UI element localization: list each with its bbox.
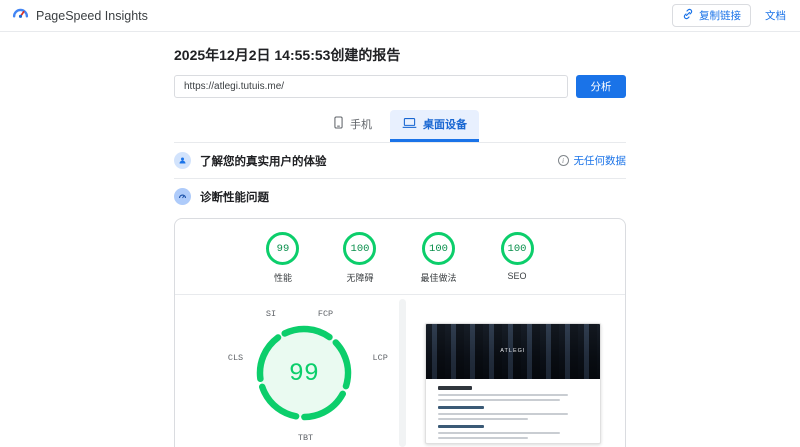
- metric-si-label: SI: [265, 309, 277, 319]
- diagnose-icon: [174, 188, 191, 205]
- field-data-title: 了解您的真实用户的体验: [200, 155, 327, 168]
- thumbnail-text-line: [437, 413, 568, 415]
- category-scores: 99 性能 100 无障碍 100 最佳做法 100 SEO: [175, 219, 625, 294]
- pagespeed-logo-icon: [12, 5, 29, 27]
- score-performance[interactable]: 99 性能: [266, 232, 300, 284]
- laptop-icon: [402, 117, 417, 132]
- info-icon: i: [557, 155, 569, 166]
- tab-desktop-label: 桌面设备: [423, 119, 467, 131]
- score-ring: 100: [421, 232, 455, 265]
- no-data-link[interactable]: 无任何数据: [574, 153, 627, 168]
- score-ring: 100: [500, 232, 534, 265]
- field-data-section-header[interactable]: 了解您的真实用户的体验 i 无任何数据: [174, 143, 626, 178]
- metric-lcp-label: LCP: [372, 353, 388, 363]
- score-best-practices[interactable]: 100 最佳做法: [420, 232, 457, 284]
- thumbnail-text-line: [437, 399, 560, 401]
- thumbnail-text-line: [437, 432, 560, 434]
- tab-desktop[interactable]: 桌面设备: [390, 110, 479, 142]
- thumbnail-text-line: [437, 394, 568, 396]
- score-seo[interactable]: 100 SEO: [500, 232, 534, 284]
- device-tabs: 手机 桌面设备: [174, 110, 626, 142]
- page-screenshot-thumbnail[interactable]: ATLEGI: [424, 323, 601, 444]
- docs-link[interactable]: 文档: [765, 8, 786, 23]
- url-input[interactable]: [174, 75, 568, 98]
- copy-link-label: 复制链接: [699, 10, 741, 22]
- diagnose-title: 诊断性能问题: [200, 191, 269, 204]
- thumbnail-text-line: [437, 386, 472, 390]
- score-accessibility[interactable]: 100 无障碍: [343, 232, 377, 284]
- phone-icon: [333, 116, 344, 132]
- score-ring: 99: [266, 232, 300, 265]
- thumbnail-hero-image: ATLEGI: [425, 324, 600, 379]
- thumbnail-text-line: [437, 406, 484, 409]
- scrollbar-thumb[interactable]: [399, 299, 406, 447]
- report-title: 2025年12月2日 14:55:53创建的报告: [174, 47, 401, 63]
- metric-cls-label: CLS: [227, 353, 244, 363]
- thumbnail-text-line: [437, 418, 528, 420]
- diagnose-section-header[interactable]: 诊断性能问题: [174, 179, 626, 214]
- thumbnail-text-line: [437, 425, 484, 428]
- metric-fcp-label: FCP: [317, 309, 334, 319]
- real-user-icon: [174, 152, 191, 169]
- thumbnail-body: [426, 379, 600, 443]
- app-title: PageSpeed Insights: [36, 8, 148, 23]
- thumbnail-site-label: ATLEGI: [500, 348, 526, 354]
- link-icon: [682, 8, 694, 23]
- metric-tbt-label: TBT: [297, 433, 314, 443]
- performance-score-value: 99: [288, 358, 319, 388]
- brand[interactable]: PageSpeed Insights: [12, 5, 148, 27]
- performance-gauge: SI FCP LCP TBT CLS 99: [220, 309, 388, 443]
- tab-mobile[interactable]: 手机: [321, 110, 384, 142]
- thumbnail-text-line: [437, 437, 528, 439]
- score-ring: 100: [343, 232, 377, 265]
- top-bar: PageSpeed Insights 复制链接 文档: [0, 0, 800, 32]
- tab-mobile-label: 手机: [350, 119, 372, 131]
- analyze-button[interactable]: 分析: [576, 75, 626, 98]
- copy-link-button[interactable]: 复制链接: [672, 4, 751, 27]
